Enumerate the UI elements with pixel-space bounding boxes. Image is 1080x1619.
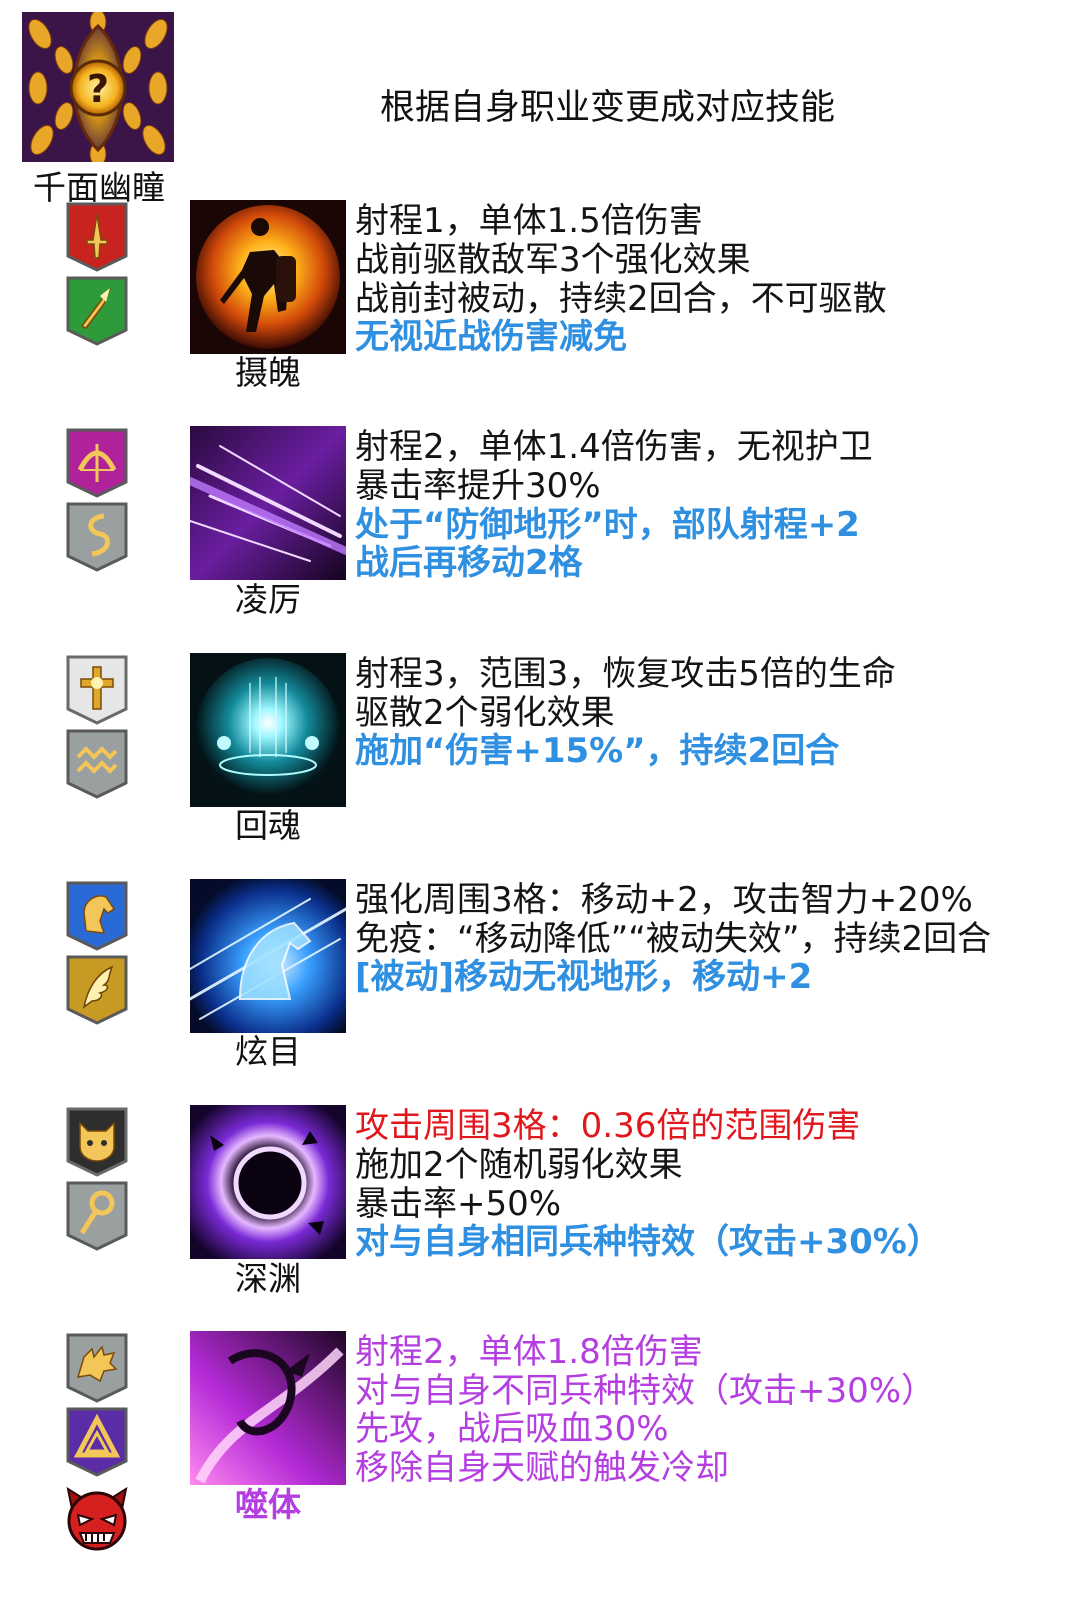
skill-name-6: 噬体	[190, 1485, 346, 1525]
cyan-healing-orb-icon	[190, 653, 346, 807]
gray-serpent-badge	[64, 500, 130, 574]
red-sword-badge	[64, 200, 130, 274]
gray-wave-badge	[64, 727, 130, 801]
warrior-silhouette-icon	[190, 200, 346, 354]
skill-6-line-4: 移除自身天赋的触发冷却	[355, 1448, 729, 1488]
skill-3-line-2: 驱散2个弱化效果	[355, 693, 615, 733]
skill-1-line-2: 战前驱散敌军3个强化效果	[355, 240, 751, 280]
gray-staff-badge	[64, 1179, 130, 1253]
skill-2-line-4: 战后再移动2格	[355, 543, 583, 583]
page-title: 根据自身职业变更成对应技能	[380, 88, 836, 128]
skill-1-line-1: 射程1，单体1.5倍伤害	[355, 201, 703, 241]
black-cat-badge	[64, 1105, 130, 1179]
skill-4-line-2: 免疫：“移动降低”“被动失效”，持续2回合	[355, 919, 992, 959]
skill-2-line-3: 处于“防御地形”时，部队射程+2	[355, 505, 860, 545]
skill-4-line-1: 强化周围3格：移动+2，攻击智力+20%	[355, 880, 973, 920]
skill-6-line-3: 先攻，战后吸血30%	[355, 1409, 669, 1449]
skill-4-line-3: [被动]移动无视地形，移动+2	[355, 957, 813, 997]
skill-1-line-4: 无视近战伤害减免	[355, 317, 627, 357]
skill-5-line-2: 施加2个随机弱化效果	[355, 1145, 683, 1185]
blue-horse-badge	[64, 879, 130, 953]
skill-3-line-1: 射程3，范围3，恢复攻击5倍的生命	[355, 654, 896, 694]
purple-triangle-badge	[64, 1405, 130, 1479]
skill-name-5: 深渊	[235, 1259, 301, 1298]
golden-eye-icon: ?	[22, 12, 174, 162]
skill-6-line-2: 对与自身不同兵种特效（攻击+30%）	[355, 1371, 936, 1411]
skill-3-line-3: 施加“伤害+15%”，持续2回合	[355, 731, 840, 771]
purple-dragon-claw-icon	[190, 1331, 346, 1485]
green-spear-badge	[64, 274, 130, 348]
skill-5-line-3: 暴击率+50%	[355, 1184, 562, 1224]
magenta-bow-badge	[64, 426, 130, 500]
blue-spirit-horse-icon	[190, 879, 346, 1033]
white-cross-badge	[64, 653, 130, 727]
skill-6-line-1: 射程2，单体1.8倍伤害	[355, 1332, 703, 1372]
skill-2-line-1: 射程2，单体1.4倍伤害，无视护卫	[355, 427, 873, 467]
skill-name-1: 摄魄	[235, 353, 301, 392]
skill-name-4: 炫目	[235, 1032, 301, 1071]
purple-slash-icon	[190, 426, 346, 580]
skill-1-line-3: 战前封被动，持续2回合，不可驱散	[355, 279, 887, 319]
skill-2-line-2: 暴击率提升30%	[355, 466, 601, 506]
skill-name-2: 凌厉	[235, 580, 301, 619]
gray-dragon-badge	[64, 1331, 130, 1405]
red-demon-face-icon	[62, 1483, 132, 1553]
skill-5-line-1: 攻击周围3格：0.36倍的范围伤害	[355, 1106, 861, 1146]
skill-6-name-text: 噬体	[235, 1485, 301, 1524]
svg-text:?: ?	[87, 67, 109, 111]
skill-5-line-4: 对与自身相同兵种特效（攻击+30%）	[355, 1222, 941, 1262]
skill-name-3: 回魂	[235, 806, 301, 845]
gold-wing-badge	[64, 953, 130, 1027]
dark-vortex-icon	[190, 1105, 346, 1259]
